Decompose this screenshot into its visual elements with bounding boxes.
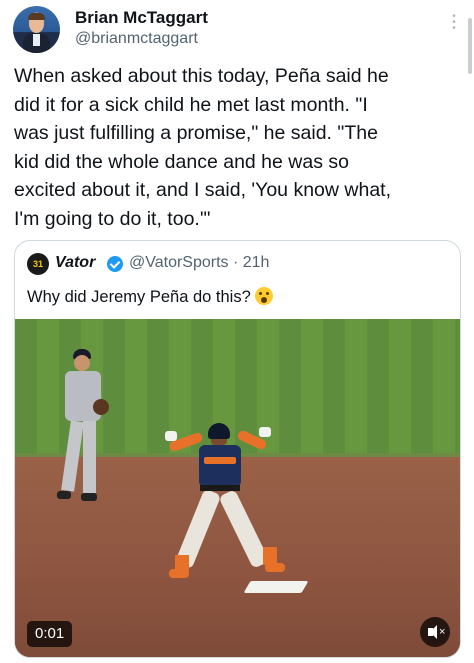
runner-figure [165, 423, 285, 593]
author-handle[interactable]: @brianmctaggart [75, 30, 198, 48]
tweet-card: Brian McTaggart @brianmctaggart • • • When… [0, 0, 474, 663]
quoted-text: Why did Jeremy Peña do this? [27, 287, 273, 307]
video-timestamp: 0:01 [27, 621, 73, 647]
video-player[interactable]: 0:01 × [15, 319, 460, 657]
astonished-face-emoji-icon [254, 287, 273, 305]
quoted-handle-time: @VatorSports · 21h [129, 254, 270, 271]
author-name[interactable]: Brian McTaggart [75, 8, 208, 28]
tweet-text: When asked about this today, Peña said h… [14, 65, 391, 230]
verified-badge-icon [107, 256, 123, 272]
tweet-header: Brian McTaggart @brianmctaggart • • • [13, 6, 463, 56]
quoted-author-name[interactable]: Vator [55, 254, 95, 272]
more-options-icon[interactable]: • • • [451, 12, 457, 34]
quoted-tweet[interactable]: 31 Vator @VatorSports · 21h Why did Jere… [14, 240, 461, 658]
mute-button[interactable]: × [420, 617, 450, 647]
quoted-header: 31 Vator @VatorSports · 21h [27, 253, 447, 277]
fielder-figure [53, 349, 113, 524]
scrollbar[interactable] [468, 18, 472, 74]
author-avatar[interactable] [13, 6, 60, 53]
quoted-avatar[interactable]: 31 [27, 253, 49, 275]
quoted-text-content: Why did Jeremy Peña do this? [27, 288, 251, 306]
